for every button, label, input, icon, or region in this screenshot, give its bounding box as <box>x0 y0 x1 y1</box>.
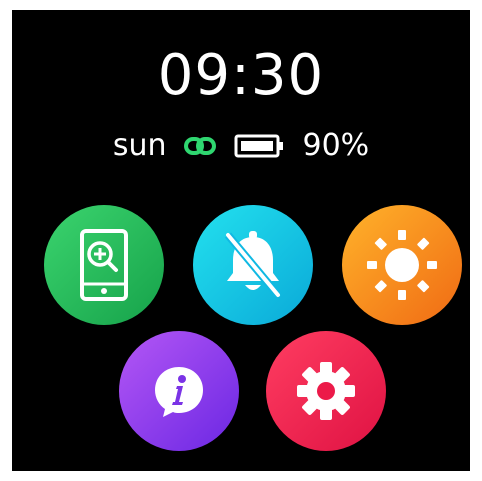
day-label: sun <box>112 128 167 163</box>
status-bar: sun 90% <box>12 130 470 162</box>
bell-off-icon <box>224 231 282 298</box>
settings-button[interactable] <box>266 331 386 451</box>
info-button[interactable] <box>119 331 239 451</box>
sun-icon <box>367 230 437 300</box>
info-icon <box>155 367 203 417</box>
find-phone-button[interactable] <box>44 205 164 325</box>
battery-percent: 90% <box>302 128 370 163</box>
do-not-disturb-button[interactable] <box>193 205 313 325</box>
gear-icon <box>297 362 355 420</box>
brightness-button[interactable] <box>342 205 462 325</box>
phone-search-icon <box>80 229 128 301</box>
battery-icon <box>234 134 284 158</box>
clock-time: 09:30 <box>157 43 325 108</box>
link-icon <box>184 137 217 155</box>
watch-screen: 09:30 sun 90% <box>12 10 470 471</box>
